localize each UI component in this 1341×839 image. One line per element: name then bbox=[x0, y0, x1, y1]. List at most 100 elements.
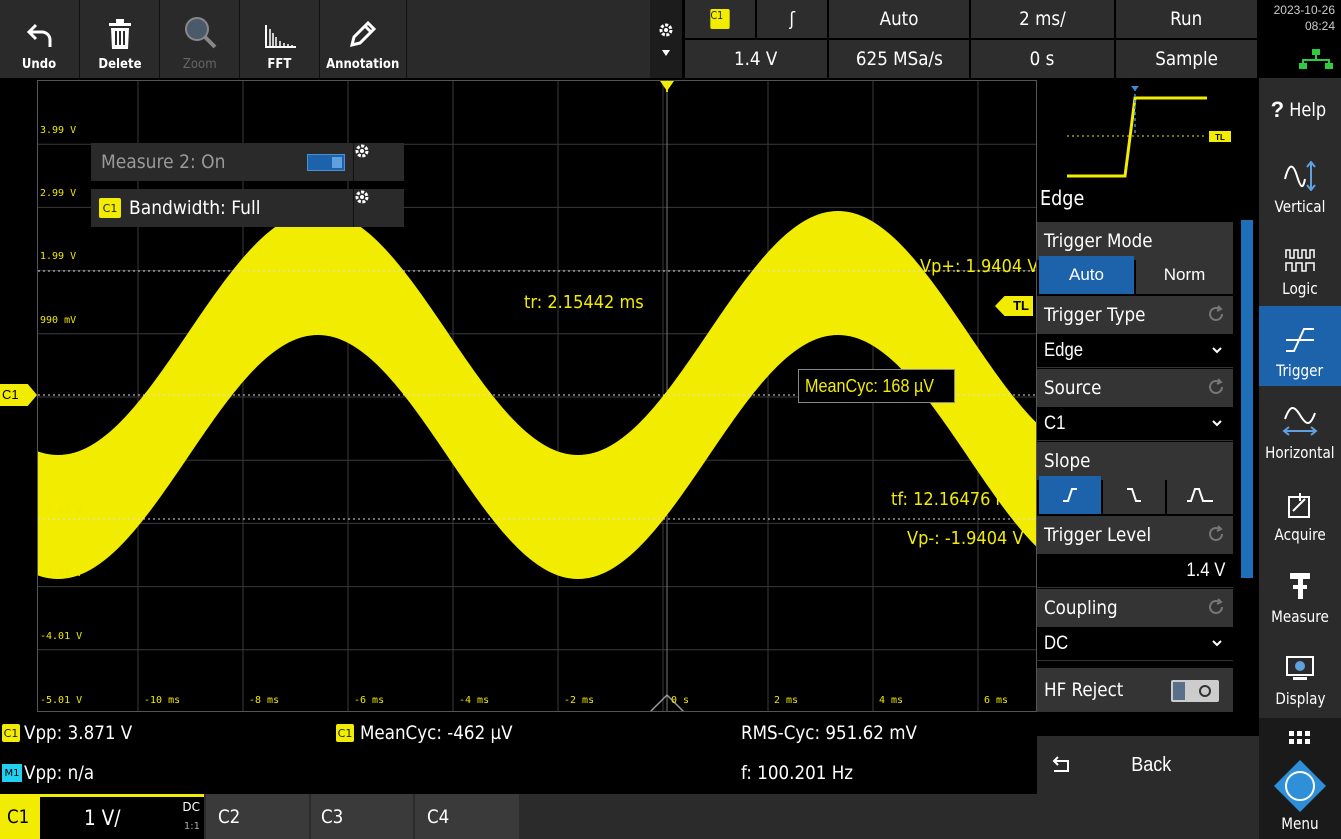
edge-trigger-diagram: TL bbox=[1067, 86, 1231, 178]
header-channel-badge: C1 bbox=[710, 9, 730, 29]
mean-cycle-label: MeanCyc: 168 µV bbox=[798, 369, 956, 403]
trigger-mode-auto[interactable]: Auto bbox=[1039, 256, 1134, 294]
sidebar-item-display[interactable]: Display bbox=[1259, 634, 1341, 714]
trigger-level-input[interactable]: 1.4 V bbox=[1037, 554, 1233, 588]
source-select[interactable]: C1 bbox=[1037, 407, 1233, 441]
header-acq-mode-cell[interactable]: Sample bbox=[1116, 40, 1257, 78]
x-label: 0 s bbox=[671, 695, 690, 706]
bandwidth-label: Bandwidth: Full bbox=[129, 197, 261, 219]
channel-offset-marker[interactable]: C1 bbox=[0, 384, 37, 406]
sidebar-item-label: Vertical bbox=[1274, 197, 1326, 216]
chevron-down-icon bbox=[1212, 420, 1222, 427]
fft-button[interactable]: FFT bbox=[240, 0, 320, 78]
sidebar-item-help[interactable]: ? Help bbox=[1259, 78, 1341, 142]
measure-toggle-switch[interactable] bbox=[307, 154, 345, 171]
y-label: -5.01 V bbox=[40, 695, 83, 706]
header-sample-rate: 625 MSa/s bbox=[855, 48, 943, 70]
toolbar-settings-button[interactable] bbox=[650, 0, 682, 78]
header-trigger-level-cell[interactable]: 1.4 V bbox=[685, 40, 827, 78]
result-m1-vpp[interactable]: M1 Vpp: n/a bbox=[2, 762, 104, 784]
header-slope-cell[interactable]: ʃ bbox=[757, 0, 827, 38]
header-mode: Auto bbox=[879, 8, 919, 30]
reset-icon[interactable] bbox=[1207, 525, 1225, 543]
slope-label: Slope bbox=[1044, 450, 1091, 472]
result-rms-text: RMS-Cyc: 951.62 mV bbox=[741, 722, 917, 744]
delete-button[interactable]: Delete bbox=[80, 0, 160, 78]
x-label: -8 ms bbox=[249, 695, 280, 706]
sidebar-item-menu[interactable]: Menu bbox=[1259, 718, 1341, 839]
result-rms[interactable]: RMS-Cyc: 951.62 mV bbox=[741, 722, 941, 744]
time: 08:24 bbox=[1304, 19, 1335, 33]
header-timebase-cell[interactable]: 2 ms/ bbox=[971, 0, 1114, 38]
channel-c1-coupling: DC bbox=[182, 800, 200, 814]
network-icon bbox=[1259, 40, 1341, 78]
slope-rising-button[interactable] bbox=[1039, 476, 1101, 514]
channel-c2-tab[interactable]: C2 bbox=[206, 794, 309, 839]
logic-icon bbox=[1285, 249, 1315, 272]
channel-c1-label: C1 bbox=[7, 805, 30, 828]
brand-logo-icon bbox=[1274, 760, 1326, 812]
header-run-cell[interactable]: Run bbox=[1116, 0, 1257, 38]
zoom-button[interactable]: Zoom bbox=[160, 0, 240, 78]
trigger-panel-scrollbar[interactable] bbox=[1241, 220, 1253, 578]
result-math-badge: M1 bbox=[2, 764, 22, 782]
vp-minus-text: Vp-: -1.9404 V bbox=[907, 528, 1024, 549]
diagram-tl-label: TL bbox=[1215, 133, 1225, 142]
result-frequency[interactable]: f: 100.201 Hz bbox=[741, 762, 868, 784]
display-icon bbox=[1286, 656, 1314, 680]
result-vpp[interactable]: C1 Vpp: 3.871 V bbox=[2, 722, 147, 744]
y-label: -2.01 V bbox=[40, 505, 83, 516]
header-position-cell[interactable]: 0 s bbox=[971, 40, 1114, 78]
sidebar-item-trigger[interactable]: Trigger bbox=[1259, 306, 1341, 386]
magnifier-icon bbox=[184, 17, 216, 49]
header-run-state: Run bbox=[1170, 8, 1203, 30]
trigger-type-select[interactable]: Edge bbox=[1037, 334, 1233, 368]
toolbar: Undo Delete Zoom FFT Annotation bbox=[0, 0, 650, 78]
back-arrow-icon bbox=[1052, 756, 1069, 772]
undo-button[interactable]: Undo bbox=[0, 0, 80, 78]
hf-reject-toggle[interactable] bbox=[1171, 680, 1219, 702]
fall-time-label: tf: 12.16476 ms bbox=[891, 489, 1034, 510]
sidebar-item-acquire[interactable]: Acquire bbox=[1259, 470, 1341, 550]
channel-c4-label: C4 bbox=[427, 805, 450, 828]
sidebar-item-measure[interactable]: Measure bbox=[1259, 552, 1341, 632]
gear-icon bbox=[659, 23, 673, 37]
sidebar-item-horizontal[interactable]: Horizontal bbox=[1259, 388, 1341, 468]
channel-c1-tab[interactable]: C1 bbox=[0, 794, 40, 839]
back-button[interactable]: Back bbox=[1037, 736, 1259, 794]
result-meancyc[interactable]: C1 MeanCyc: -462 µV bbox=[336, 722, 533, 744]
slope-falling-button[interactable] bbox=[1103, 476, 1165, 514]
header-trigger-level: 1.4 V bbox=[734, 48, 778, 70]
hf-reject-row: HF Reject bbox=[1037, 668, 1233, 712]
channel-c4-tab[interactable]: C4 bbox=[415, 794, 519, 839]
vp-plus-text: Vp+: 1.9404 V bbox=[920, 256, 1037, 277]
reset-icon[interactable] bbox=[1207, 305, 1225, 323]
trigger-panel: TL Edge Trigger Mode Auto Norm Trigger T… bbox=[1037, 78, 1241, 716]
header-sample-rate-cell[interactable]: 625 MSa/s bbox=[829, 40, 969, 78]
trigger-level-header: Trigger Level bbox=[1037, 516, 1233, 554]
reset-icon[interactable] bbox=[1207, 378, 1225, 396]
trigger-position-marker[interactable]: T bbox=[660, 81, 674, 109]
sidebar-item-label: Measure bbox=[1271, 607, 1329, 626]
measure-settings-button[interactable] bbox=[353, 143, 404, 181]
trigger-mode-label: Trigger Mode bbox=[1044, 230, 1153, 252]
sidebar-item-logic[interactable]: Logic bbox=[1259, 224, 1341, 304]
header-mode-cell[interactable]: Auto bbox=[829, 0, 969, 38]
result-vpp-text: Vpp: 3.871 V bbox=[24, 722, 133, 744]
x-label: 2 ms bbox=[774, 695, 799, 706]
reset-icon[interactable] bbox=[1207, 598, 1225, 616]
trigger-mode-norm[interactable]: Norm bbox=[1136, 256, 1233, 294]
annotation-button[interactable]: Annotation bbox=[320, 0, 407, 78]
channel-c3-tab[interactable]: C3 bbox=[311, 794, 413, 839]
sidebar-item-vertical[interactable]: Vertical bbox=[1259, 142, 1341, 222]
waveform-display[interactable]: 3.99 V 2.99 V 1.99 V 990 mV -2.01 V -3.0… bbox=[37, 80, 1037, 712]
coupling-select[interactable]: DC bbox=[1037, 627, 1233, 661]
bandwidth-settings-button[interactable] bbox=[353, 189, 404, 227]
back-button-label: Back bbox=[1131, 753, 1172, 776]
slope-either-button[interactable] bbox=[1167, 476, 1233, 514]
horizontal-icon bbox=[1282, 407, 1318, 436]
rise-time-label: tr: 2.15442 ms bbox=[524, 292, 657, 313]
header-channel-cell[interactable]: C1 bbox=[685, 0, 755, 38]
channel-c1-scale[interactable]: 1 V/ DC 1:1 bbox=[40, 794, 204, 839]
sidebar-item-label: Horizontal bbox=[1265, 443, 1335, 462]
